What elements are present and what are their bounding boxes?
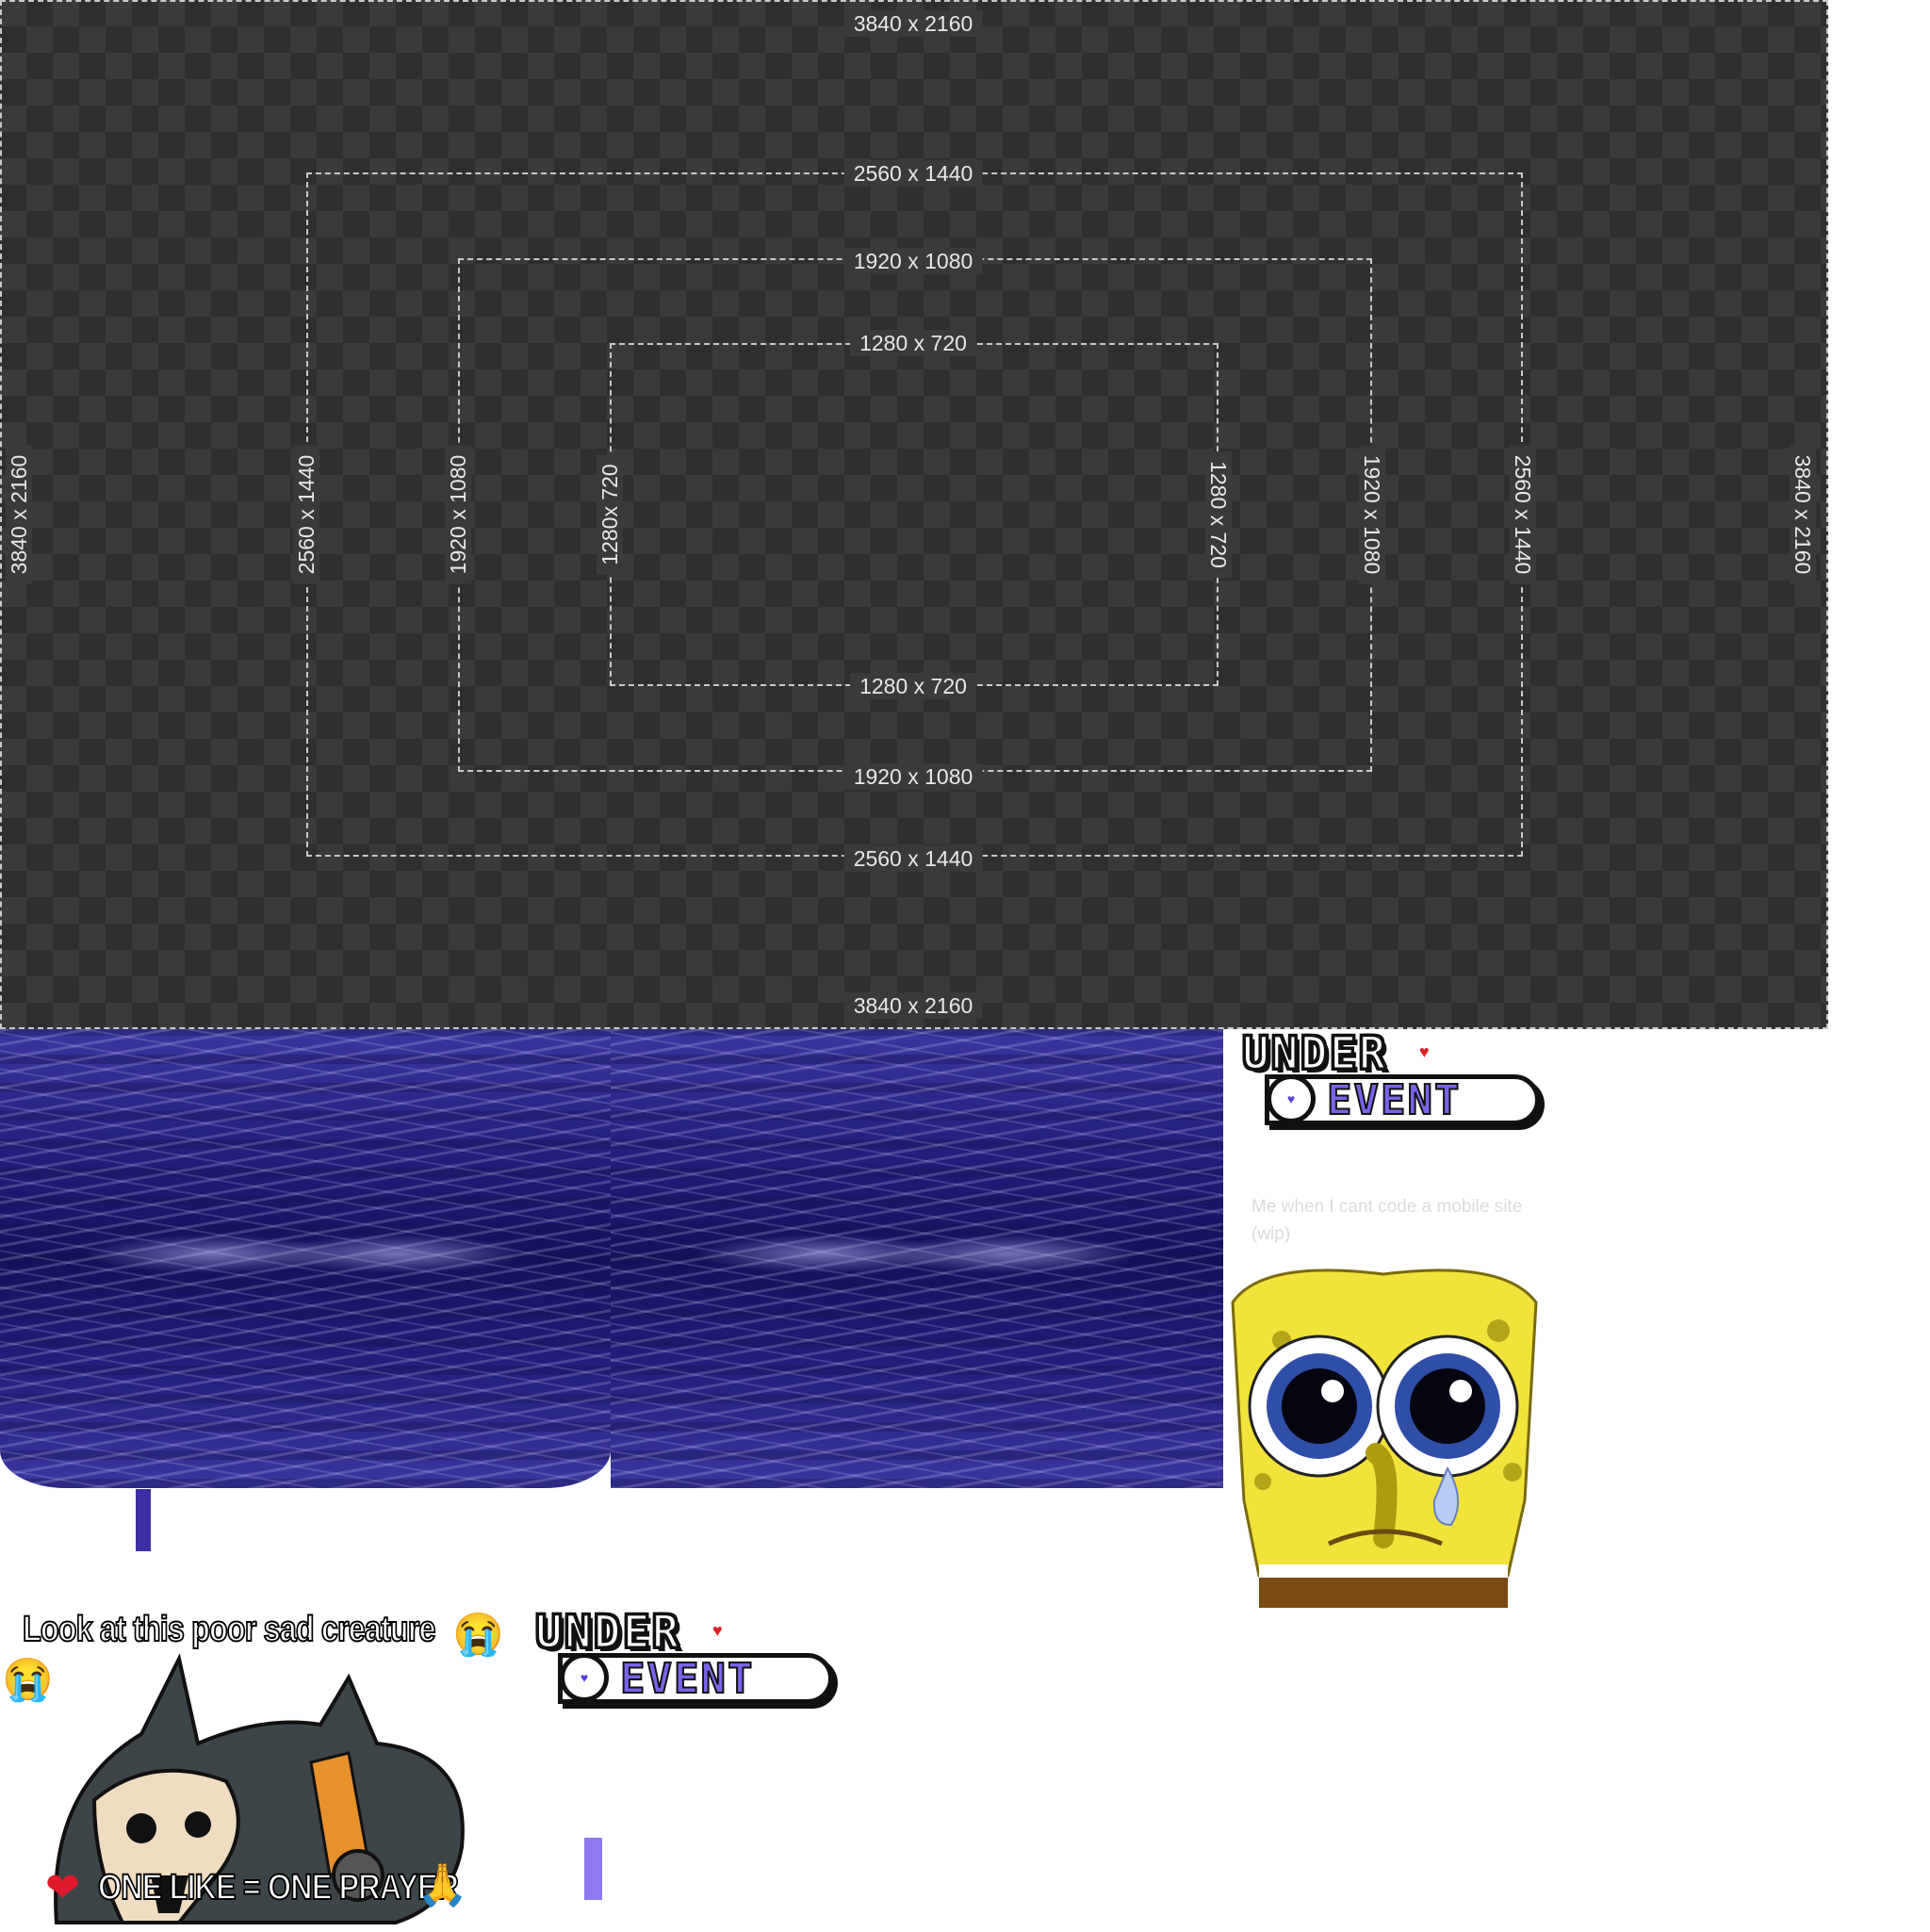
water-texture-left xyxy=(0,1029,611,1488)
label-2560-right: 2560 x 1440 xyxy=(1510,445,1536,584)
sad-creature-meme: Look at this poor sad creature 😭 😭 ❤ ONE… xyxy=(0,1602,528,1930)
crying-emoji-icon-2: 😭 xyxy=(2,1657,54,1703)
label-1920-top: 1920 x 1080 xyxy=(843,248,983,274)
frame-1280 xyxy=(610,343,1219,686)
logo-under-text-small: UNDER xyxy=(534,1605,681,1661)
purple-pixel-bar xyxy=(136,1489,151,1551)
purple-pixel-bar-2 xyxy=(584,1838,602,1900)
caption-text: Me when I cant code a mobile site (wip) xyxy=(1251,1197,1523,1244)
label-2560-left: 2560 x 1440 xyxy=(293,445,319,584)
label-1280-bottom: 1280 x 720 xyxy=(850,673,976,699)
praying-hands-emoji-icon: 🙏 xyxy=(417,1862,468,1908)
label-2560-bottom: 2560 x 1440 xyxy=(843,845,983,872)
label-1920-left: 1920 x 1080 xyxy=(445,445,471,584)
meme-bottom-text: ONE LIKE = ONE PRAYER xyxy=(97,1867,460,1908)
label-1280-top: 1280 x 720 xyxy=(850,330,976,356)
resolution-guide: 3840 x 2160 3840 x 2160 2560 x 1440 2560… xyxy=(0,0,1828,1029)
logo-event-text: EVENT xyxy=(1326,1075,1462,1125)
label-1280-right: 1280 x 720 xyxy=(1205,451,1232,578)
logo-event-text-small: EVENT xyxy=(619,1654,755,1704)
crying-sponge-image xyxy=(1225,1265,1542,1608)
label-3840-left: 3840 x 2160 xyxy=(6,445,32,584)
label-3840-right: 3840 x 2160 xyxy=(1790,445,1816,584)
logo-face-icon: ♥ xyxy=(1267,1074,1316,1123)
label-1280-left: 1280x 720 xyxy=(597,454,623,575)
water-texture-right xyxy=(611,1029,1223,1488)
under-event-logo-small: UNDER ♥ ♥ EVENT xyxy=(518,1605,839,1708)
label-3840-top: 3840 x 2160 xyxy=(843,10,983,37)
label-1920-right: 1920 x 1080 xyxy=(1359,445,1385,584)
heart-icon-small: ♥ xyxy=(712,1621,723,1640)
meme-top-text: Look at this poor sad creature xyxy=(22,1609,436,1650)
heart-emoji-icon: ❤ xyxy=(45,1865,80,1911)
label-1920-bottom: 1920 x 1080 xyxy=(843,763,983,790)
crying-emoji-icon: 😭 xyxy=(452,1612,504,1658)
label-3840-bottom: 3840 x 2160 xyxy=(843,992,983,1019)
label-2560-top: 2560 x 1440 xyxy=(843,160,983,187)
heart-icon: ♥ xyxy=(1419,1042,1430,1061)
logo-face-icon-small: ♥ xyxy=(560,1653,609,1702)
logo-under-text: UNDER xyxy=(1241,1026,1388,1082)
under-event-logo: UNDER ♥ ♥ EVENT xyxy=(1225,1026,1546,1129)
